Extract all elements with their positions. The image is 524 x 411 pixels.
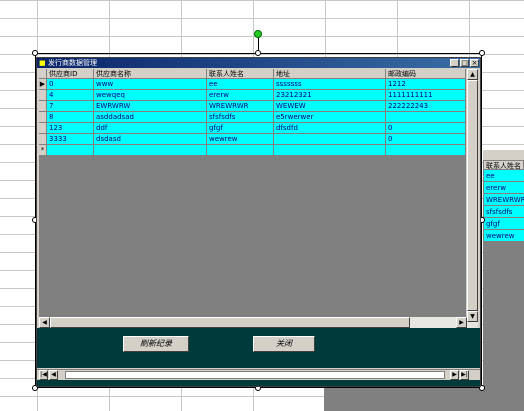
grid-cell[interactable] — [94, 145, 207, 156]
grid-cell[interactable]: 4 — [47, 90, 94, 101]
refresh-records-button[interactable]: 刷新纪录 — [123, 336, 189, 352]
new-record-row[interactable]: * — [39, 145, 466, 156]
footer-band — [37, 380, 480, 386]
minimize-button[interactable]: _ — [450, 59, 459, 67]
grid-cell[interactable]: sfsfsdfs — [207, 112, 274, 123]
background-cell: sfsfsdfs — [483, 206, 524, 218]
next-record-button[interactable]: ▶ — [450, 370, 459, 380]
grid-cell[interactable] — [386, 112, 466, 123]
grid-cell[interactable]: 0 — [386, 123, 466, 134]
background-cell: WREWRWR — [483, 194, 524, 206]
data-grid: 供应商ID 供应商名称 联系人姓名 地址 邮政编码 ▶ 0 www ee sss… — [39, 69, 466, 326]
grid-cell[interactable] — [274, 134, 386, 145]
resize-handle-top-right[interactable] — [479, 50, 485, 56]
horizontal-scroll-thumb[interactable] — [50, 317, 410, 328]
grid-cell[interactable]: 0 — [47, 79, 94, 90]
grid-cell[interactable]: dfsdfd — [274, 123, 386, 134]
close-window-button[interactable]: × — [470, 59, 479, 67]
record-navigation-bar: |◀ ◀ ▶ ▶| — [37, 369, 480, 380]
current-row-indicator[interactable]: ▶ — [39, 79, 47, 90]
maximize-button[interactable]: □ — [460, 59, 469, 67]
scroll-up-button[interactable]: ▲ — [467, 69, 478, 80]
row-selector[interactable] — [39, 112, 47, 123]
grid-cell[interactable]: gfgf — [207, 123, 274, 134]
row-selector[interactable] — [39, 90, 47, 101]
grid-cell[interactable] — [386, 145, 466, 156]
column-header-supplier-id[interactable]: 供应商ID — [47, 69, 94, 79]
grid-cell[interactable]: WEWEW — [274, 101, 386, 112]
grid-cell[interactable]: 8 — [47, 112, 94, 123]
grid-header-row: 供应商ID 供应商名称 联系人姓名 地址 邮政编码 — [39, 69, 466, 79]
grid-cell[interactable]: ererw — [207, 90, 274, 101]
grid-cell[interactable]: ddf — [94, 123, 207, 134]
grid-cell[interactable]: WREWRWR — [207, 101, 274, 112]
column-header-postal-code[interactable]: 邮政编码 — [386, 69, 466, 79]
first-record-button[interactable]: |◀ — [39, 370, 48, 380]
background-cell: gfgf — [483, 218, 524, 230]
previous-record-button[interactable]: ◀ — [49, 370, 58, 380]
grid-cell[interactable]: wewqeq — [94, 90, 207, 101]
last-record-button[interactable]: ▶| — [460, 370, 469, 380]
record-position-track[interactable] — [65, 371, 445, 379]
rotation-handle[interactable] — [254, 30, 262, 38]
table-row[interactable]: ▶ 0 www ee sssssss 1212 — [39, 79, 466, 90]
new-row-indicator[interactable]: * — [39, 145, 47, 156]
grid-cell[interactable]: EWRWRW — [94, 101, 207, 112]
grid-cell[interactable]: 222222243 — [386, 101, 466, 112]
table-row[interactable]: 3333 dsdasd wewrew 0 — [39, 134, 466, 145]
column-header-supplier-name[interactable]: 供应商名称 — [94, 69, 207, 79]
background-column-header: 联系人姓名 — [483, 160, 524, 170]
table-row[interactable]: 123 ddf gfgf dfsdfd 0 — [39, 123, 466, 134]
grid-cell[interactable]: ee — [207, 79, 274, 90]
grid-cell[interactable]: asddadsad — [94, 112, 207, 123]
grid-cell[interactable]: www — [94, 79, 207, 90]
background-cell: wewrew — [483, 230, 524, 242]
grid-cell[interactable] — [207, 145, 274, 156]
title-bar[interactable]: ■ 发行商数据管理 _ □ × — [37, 58, 480, 68]
row-selector[interactable] — [39, 123, 47, 134]
horizontal-scrollbar[interactable]: ◀ ▶ — [39, 317, 467, 328]
background-cell: ererw — [483, 182, 524, 194]
vertical-scroll-thumb[interactable] — [467, 80, 478, 311]
header-corner — [39, 69, 47, 79]
grid-cell[interactable]: 23212321 — [274, 90, 386, 101]
publisher-data-form: ■ 发行商数据管理 _ □ × 供应商ID 供应商名称 联系人姓名 地址 邮政编… — [36, 57, 481, 387]
grid-cell[interactable]: 3333 — [47, 134, 94, 145]
column-header-address[interactable]: 地址 — [274, 69, 386, 79]
scroll-left-button[interactable]: ◀ — [39, 317, 50, 328]
row-selector[interactable] — [39, 134, 47, 145]
background-window: 联系人姓名 ee ererw WREWRWR sfsfsdfs gfgf wew… — [483, 150, 524, 411]
grid-cell[interactable]: 1111111111 — [386, 90, 466, 101]
grid-cell[interactable]: sssssss — [274, 79, 386, 90]
grid-cell[interactable]: dsdasd — [94, 134, 207, 145]
grid-cell[interactable]: 123 — [47, 123, 94, 134]
grid-cell[interactable] — [47, 145, 94, 156]
app-icon: ■ — [39, 59, 46, 67]
scroll-down-button[interactable]: ▼ — [467, 311, 478, 322]
background-gray-region — [324, 385, 524, 411]
close-button[interactable]: 关闭 — [253, 336, 315, 352]
column-header-contact-name[interactable]: 联系人姓名 — [207, 69, 274, 79]
background-cell: ee — [483, 170, 524, 182]
grid-cell[interactable]: 0 — [386, 134, 466, 145]
vertical-scrollbar[interactable]: ▲ ▼ — [467, 69, 478, 328]
grid-cell[interactable]: 1212 — [386, 79, 466, 90]
grid-cell[interactable]: 7 — [47, 101, 94, 112]
grid-cell[interactable]: wewrew — [207, 134, 274, 145]
window-title: 发行商数据管理 — [48, 59, 97, 67]
resize-handle-top[interactable] — [255, 50, 261, 56]
table-row[interactable]: 8 asddadsad sfsfsdfs e5rwerwer — [39, 112, 466, 123]
grid-cell[interactable]: e5rwerwer — [274, 112, 386, 123]
table-row[interactable]: 4 wewqeq ererw 23212321 1111111111 — [39, 90, 466, 101]
background-window-column: 联系人姓名 ee ererw WREWRWR sfsfsdfs gfgf wew… — [483, 160, 524, 242]
button-panel: 刷新纪录 关闭 — [37, 328, 480, 368]
grid-cell[interactable] — [274, 145, 386, 156]
scroll-right-button[interactable]: ▶ — [456, 317, 467, 328]
resize-handle-top-left[interactable] — [32, 50, 38, 56]
row-selector[interactable] — [39, 101, 47, 112]
table-row[interactable]: 7 EWRWRW WREWRWR WEWEW 222222243 — [39, 101, 466, 112]
